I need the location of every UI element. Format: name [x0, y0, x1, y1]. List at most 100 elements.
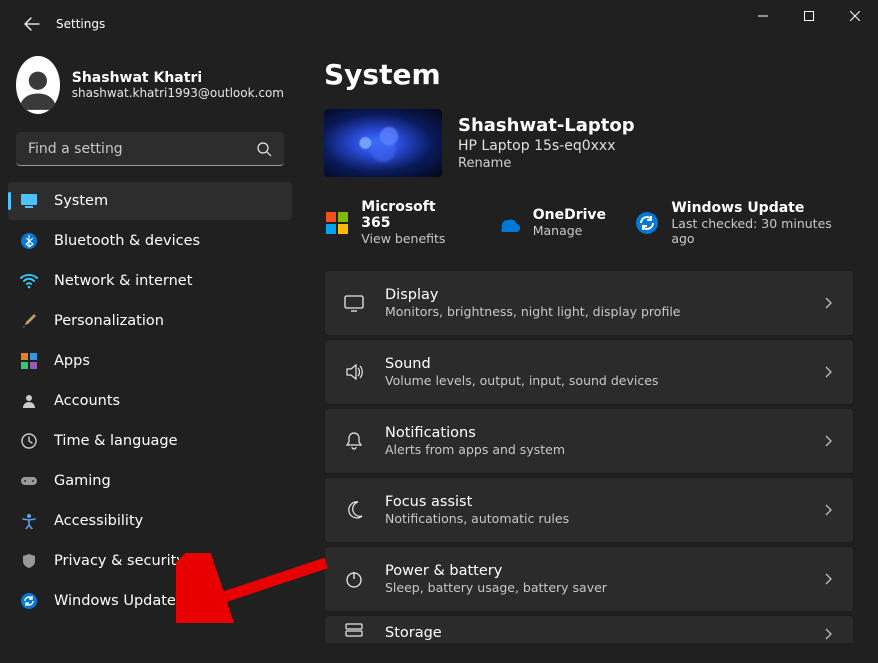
minimize-button[interactable] — [740, 0, 786, 32]
search-box[interactable] — [16, 132, 284, 166]
setting-sound[interactable]: Sound Volume levels, output, input, soun… — [324, 339, 854, 405]
sidebar-item-gaming[interactable]: Gaming — [8, 462, 292, 500]
user-name: Shashwat Khatri — [72, 70, 284, 86]
sidebar-item-label: System — [54, 193, 108, 209]
tile-title: Windows Update — [671, 200, 854, 216]
device-model: HP Laptop 15s-eq0xxx — [458, 138, 635, 154]
system-icon — [20, 192, 38, 210]
tile-title: OneDrive — [533, 207, 606, 223]
quick-tiles: Microsoft 365 View benefits OneDrive Man… — [324, 199, 854, 246]
close-icon — [850, 11, 860, 21]
sidebar-item-label: Gaming — [54, 473, 111, 489]
windows-update-icon — [20, 592, 38, 610]
sidebar-item-label: Accessibility — [54, 513, 143, 529]
accessibility-icon — [20, 512, 38, 530]
tile-windows-update[interactable]: Windows Update Last checked: 30 minutes … — [634, 199, 854, 246]
update-icon — [634, 210, 659, 236]
setting-sub: Notifications, automatic rules — [385, 511, 801, 526]
close-button[interactable] — [832, 0, 878, 32]
tile-onedrive[interactable]: OneDrive Manage — [495, 199, 606, 246]
device-name: Shashwat-Laptop — [458, 115, 635, 136]
tile-sub: View benefits — [361, 231, 466, 246]
accounts-icon — [20, 392, 38, 410]
setting-sub: Volume levels, output, input, sound devi… — [385, 373, 801, 388]
storage-icon — [343, 619, 365, 641]
sidebar-item-time[interactable]: Time & language — [8, 422, 292, 460]
microsoft-365-icon — [324, 210, 349, 236]
sidebar-item-label: Time & language — [54, 433, 178, 449]
sidebar-item-label: Accounts — [54, 393, 120, 409]
sidebar-item-accounts[interactable]: Accounts — [8, 382, 292, 420]
maximize-icon — [804, 11, 814, 21]
main: System Shashwat-Laptop HP Laptop 15s-eq0… — [300, 48, 878, 663]
sidebar-item-network[interactable]: Network & internet — [8, 262, 292, 300]
chevron-right-icon — [821, 627, 835, 641]
person-icon — [16, 62, 60, 114]
device-image — [324, 109, 442, 177]
tile-sub: Manage — [533, 223, 606, 238]
setting-title: Storage — [385, 625, 801, 641]
setting-notifications[interactable]: Notifications Alerts from apps and syste… — [324, 408, 854, 474]
moon-icon — [343, 499, 365, 521]
window-controls — [740, 0, 878, 32]
arrow-left-icon — [24, 16, 40, 32]
setting-power[interactable]: Power & battery Sleep, battery usage, ba… — [324, 546, 854, 612]
user-email: shashwat.khatri1993@outlook.com — [72, 86, 284, 100]
gaming-icon — [20, 472, 38, 490]
sidebar-item-label: Network & internet — [54, 273, 192, 289]
shield-icon — [20, 552, 38, 570]
tile-title: Microsoft 365 — [361, 199, 466, 231]
setting-sub: Monitors, brightness, night light, displ… — [385, 304, 801, 319]
sidebar-item-system[interactable]: System — [8, 182, 292, 220]
sidebar-item-label: Bluetooth & devices — [54, 233, 200, 249]
page-title: System — [324, 58, 854, 91]
settings-list: Display Monitors, brightness, night ligh… — [324, 270, 854, 643]
tile-sub: Last checked: 30 minutes ago — [671, 216, 854, 246]
chevron-right-icon — [821, 503, 835, 517]
setting-sub: Sleep, battery usage, battery saver — [385, 580, 801, 595]
sidebar-item-privacy[interactable]: Privacy & security — [8, 542, 292, 580]
sidebar-item-label: Windows Update — [54, 593, 176, 609]
rename-link[interactable]: Rename — [458, 156, 635, 171]
chevron-right-icon — [821, 572, 835, 586]
display-icon — [343, 292, 365, 314]
setting-focus-assist[interactable]: Focus assist Notifications, automatic ru… — [324, 477, 854, 543]
sidebar-item-bluetooth[interactable]: Bluetooth & devices — [8, 222, 292, 260]
setting-storage[interactable]: Storage — [324, 615, 854, 643]
setting-title: Display — [385, 287, 801, 303]
power-icon — [343, 568, 365, 590]
search-input[interactable] — [28, 141, 256, 157]
titlebar: Settings — [0, 0, 878, 48]
sidebar-item-windows-update[interactable]: Windows Update — [8, 582, 292, 620]
sidebar-item-accessibility[interactable]: Accessibility — [8, 502, 292, 540]
sidebar-item-label: Privacy & security — [54, 553, 185, 569]
nav: System Bluetooth & devices Network & int… — [0, 178, 300, 626]
setting-display[interactable]: Display Monitors, brightness, night ligh… — [324, 270, 854, 336]
chevron-right-icon — [821, 434, 835, 448]
sidebar-item-personalization[interactable]: Personalization — [8, 302, 292, 340]
onedrive-icon — [495, 210, 521, 236]
setting-sub: Alerts from apps and system — [385, 442, 801, 457]
maximize-button[interactable] — [786, 0, 832, 32]
sidebar-item-apps[interactable]: Apps — [8, 342, 292, 380]
minimize-icon — [758, 11, 768, 21]
avatar — [16, 56, 60, 114]
sidebar: Shashwat Khatri shashwat.khatri1993@outl… — [0, 48, 300, 663]
setting-title: Power & battery — [385, 563, 801, 579]
back-button[interactable] — [16, 8, 48, 40]
setting-title: Sound — [385, 356, 801, 372]
search-icon — [256, 141, 272, 157]
bluetooth-icon — [20, 232, 38, 250]
user-block[interactable]: Shashwat Khatri shashwat.khatri1993@outl… — [0, 56, 300, 132]
window-title: Settings — [56, 17, 105, 31]
sidebar-item-label: Apps — [54, 353, 90, 369]
apps-icon — [20, 352, 38, 370]
wifi-icon — [20, 272, 38, 290]
chevron-right-icon — [821, 365, 835, 379]
tile-microsoft-365[interactable]: Microsoft 365 View benefits — [324, 199, 467, 246]
setting-title: Focus assist — [385, 494, 801, 510]
setting-title: Notifications — [385, 425, 801, 441]
chevron-right-icon — [821, 296, 835, 310]
sound-icon — [343, 361, 365, 383]
device-summary: Shashwat-Laptop HP Laptop 15s-eq0xxx Ren… — [324, 109, 854, 177]
